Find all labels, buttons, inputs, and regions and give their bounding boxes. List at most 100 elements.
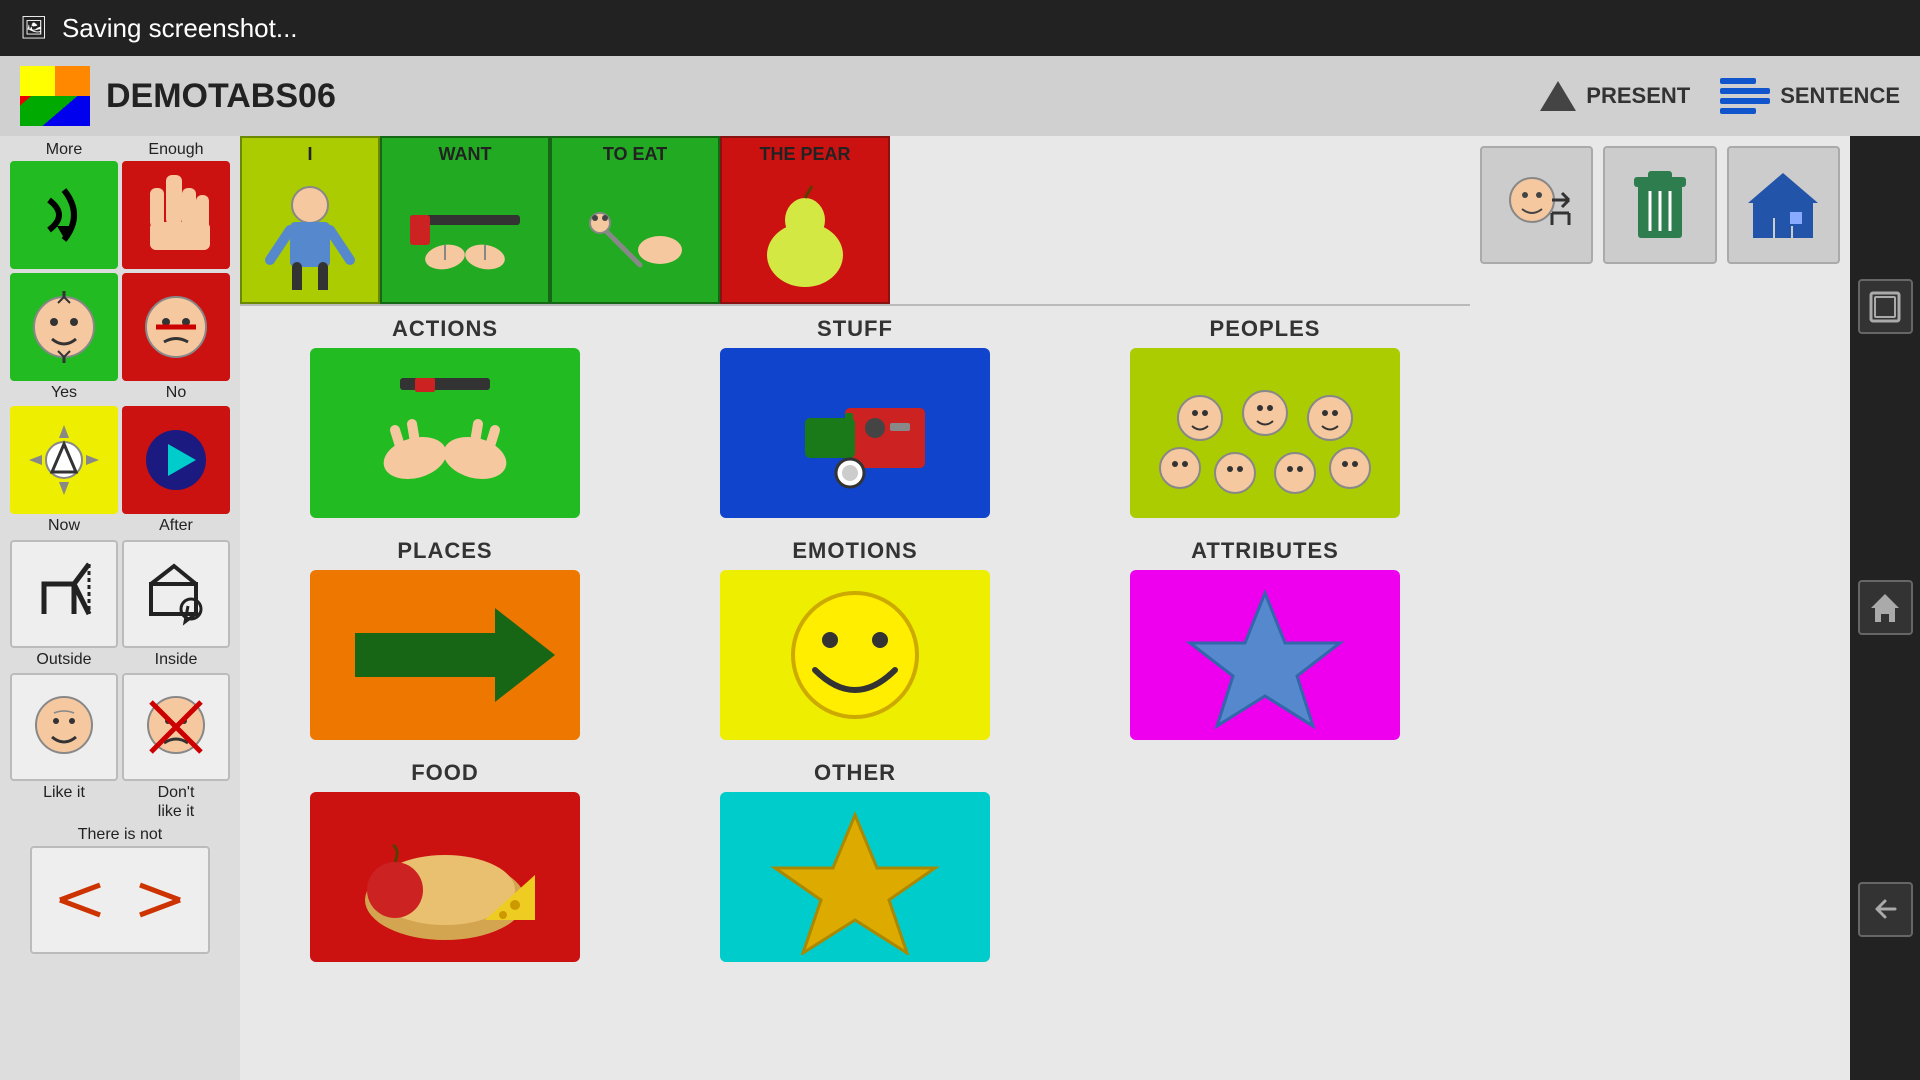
category-grid: ACTIONS [250, 316, 1460, 962]
sentence-cell-toeat[interactable]: TO EAT [550, 136, 720, 304]
emotions-image [720, 570, 990, 740]
yes-label: Yes [51, 383, 77, 402]
sidebar-row-now-after: Now After [4, 406, 236, 535]
present-button[interactable]: PRESENT [1540, 81, 1690, 111]
app-area: DEMOTABS06 PRESENT SENTENCE More [0, 56, 1920, 1080]
likeit-icon [24, 687, 104, 767]
enough-label: Enough [148, 140, 203, 159]
category-peoples[interactable]: PEOPLES [1070, 316, 1460, 518]
sidebar-item-dontlikeit: Don'tlike it [122, 673, 230, 821]
places-icon [315, 578, 575, 733]
more-button[interactable] [10, 161, 118, 269]
sentence-bar: I WANT [240, 136, 1470, 306]
actions-icon [320, 358, 570, 508]
sidebar-item-yes: Yes [10, 273, 118, 402]
dontlikeit-label: Don'tlike it [158, 783, 195, 821]
yes-button[interactable] [10, 273, 118, 381]
other-image [720, 792, 990, 962]
food-label: FOOD [411, 760, 479, 786]
other-label: OTHER [814, 760, 896, 786]
attributes-icon [1135, 578, 1395, 733]
content: More Enough [0, 136, 1920, 1080]
category-food[interactable]: FOOD [250, 760, 640, 962]
inside-button[interactable] [122, 540, 230, 648]
listen-icon [1497, 165, 1577, 245]
other-icon [725, 800, 985, 955]
enough-button[interactable] [122, 161, 230, 269]
sidebar-row-outside-inside: Outside Inside [4, 540, 236, 669]
app-title: DEMOTABS06 [106, 77, 1524, 116]
category-places[interactable]: PLACES [250, 538, 640, 740]
category-stuff[interactable]: STUFF [660, 316, 1050, 518]
inside-label: Inside [155, 650, 198, 669]
sentence-button[interactable]: SENTENCE [1720, 78, 1900, 114]
home-nav-button[interactable] [1858, 580, 1913, 635]
thereisnot-button[interactable] [30, 846, 210, 954]
sidebar-item-no: No [122, 273, 230, 402]
sidebar-row-likeit: Like it Don'tlike it [4, 673, 236, 821]
now-button[interactable] [10, 406, 118, 514]
emotions-label: EMOTIONS [792, 538, 917, 564]
category-actions[interactable]: ACTIONS [250, 316, 640, 518]
actions-image [310, 348, 580, 518]
word-toeat-label: TO EAT [552, 142, 718, 167]
window-nav-button[interactable] [1858, 279, 1913, 334]
sidebar-item-more: More [10, 140, 118, 269]
sidebar-item-enough: Enough [122, 140, 230, 269]
sentence-cell-pear[interactable]: THE PEAR [720, 136, 890, 304]
category-other[interactable]: OTHER [660, 760, 1050, 962]
dontlikeit-icon [136, 687, 216, 767]
inside-icon [136, 554, 216, 634]
trash-button[interactable] [1603, 146, 1716, 264]
food-icon [315, 800, 575, 955]
trash-icon [1620, 163, 1700, 248]
present-label: PRESENT [1586, 83, 1690, 109]
no-label: No [166, 383, 186, 402]
stuff-icon [735, 358, 975, 508]
home-nav-icon [1867, 590, 1903, 626]
listen-button[interactable] [1480, 146, 1593, 264]
enough-icon [136, 170, 216, 260]
word-I-label: I [242, 142, 378, 167]
actions-label: ACTIONS [392, 316, 498, 342]
home-button[interactable] [1727, 146, 1840, 264]
places-label: PLACES [397, 538, 492, 564]
back-nav-button[interactable] [1858, 882, 1913, 937]
dontlikeit-button[interactable] [122, 673, 230, 781]
after-label: After [159, 516, 193, 535]
outside-button[interactable] [10, 540, 118, 648]
no-icon [136, 287, 216, 367]
word-want-label: WANT [382, 142, 548, 167]
places-image [310, 570, 580, 740]
sentence-bars-icon [1720, 78, 1770, 114]
logo-icon [20, 66, 90, 126]
status-bar: 🖼 Saving screenshot... [0, 0, 1920, 56]
sidebar: More Enough [0, 136, 240, 1080]
toeat-icon [570, 185, 700, 285]
now-label: Now [48, 516, 80, 535]
window-icon [1867, 289, 1903, 325]
peoples-label: PEOPLES [1210, 316, 1321, 342]
word-want-image [382, 167, 548, 302]
attributes-image [1130, 570, 1400, 740]
stuff-image [720, 348, 990, 518]
likeit-button[interactable] [10, 673, 118, 781]
peoples-icon [1140, 358, 1390, 508]
header-right: PRESENT SENTENCE [1540, 78, 1900, 114]
likeit-label: Like it [43, 783, 85, 802]
word-pear-label: THE PEAR [722, 142, 888, 167]
pear-icon [740, 180, 870, 290]
sentence-cell-I[interactable]: I [240, 136, 380, 304]
sidebar-item-inside: Inside [122, 540, 230, 669]
sentence-cell-want[interactable]: WANT [380, 136, 550, 304]
word-toeat-image [552, 167, 718, 302]
now-icon [24, 420, 104, 500]
sidebar-row-more-enough: More Enough [4, 140, 236, 269]
category-emotions[interactable]: EMOTIONS [660, 538, 1050, 740]
no-button[interactable] [122, 273, 230, 381]
after-button[interactable] [122, 406, 230, 514]
sentence-label: SENTENCE [1780, 83, 1900, 109]
more-label: More [46, 140, 82, 159]
category-attributes[interactable]: ATTRIBUTES [1070, 538, 1460, 740]
peoples-image [1130, 348, 1400, 518]
